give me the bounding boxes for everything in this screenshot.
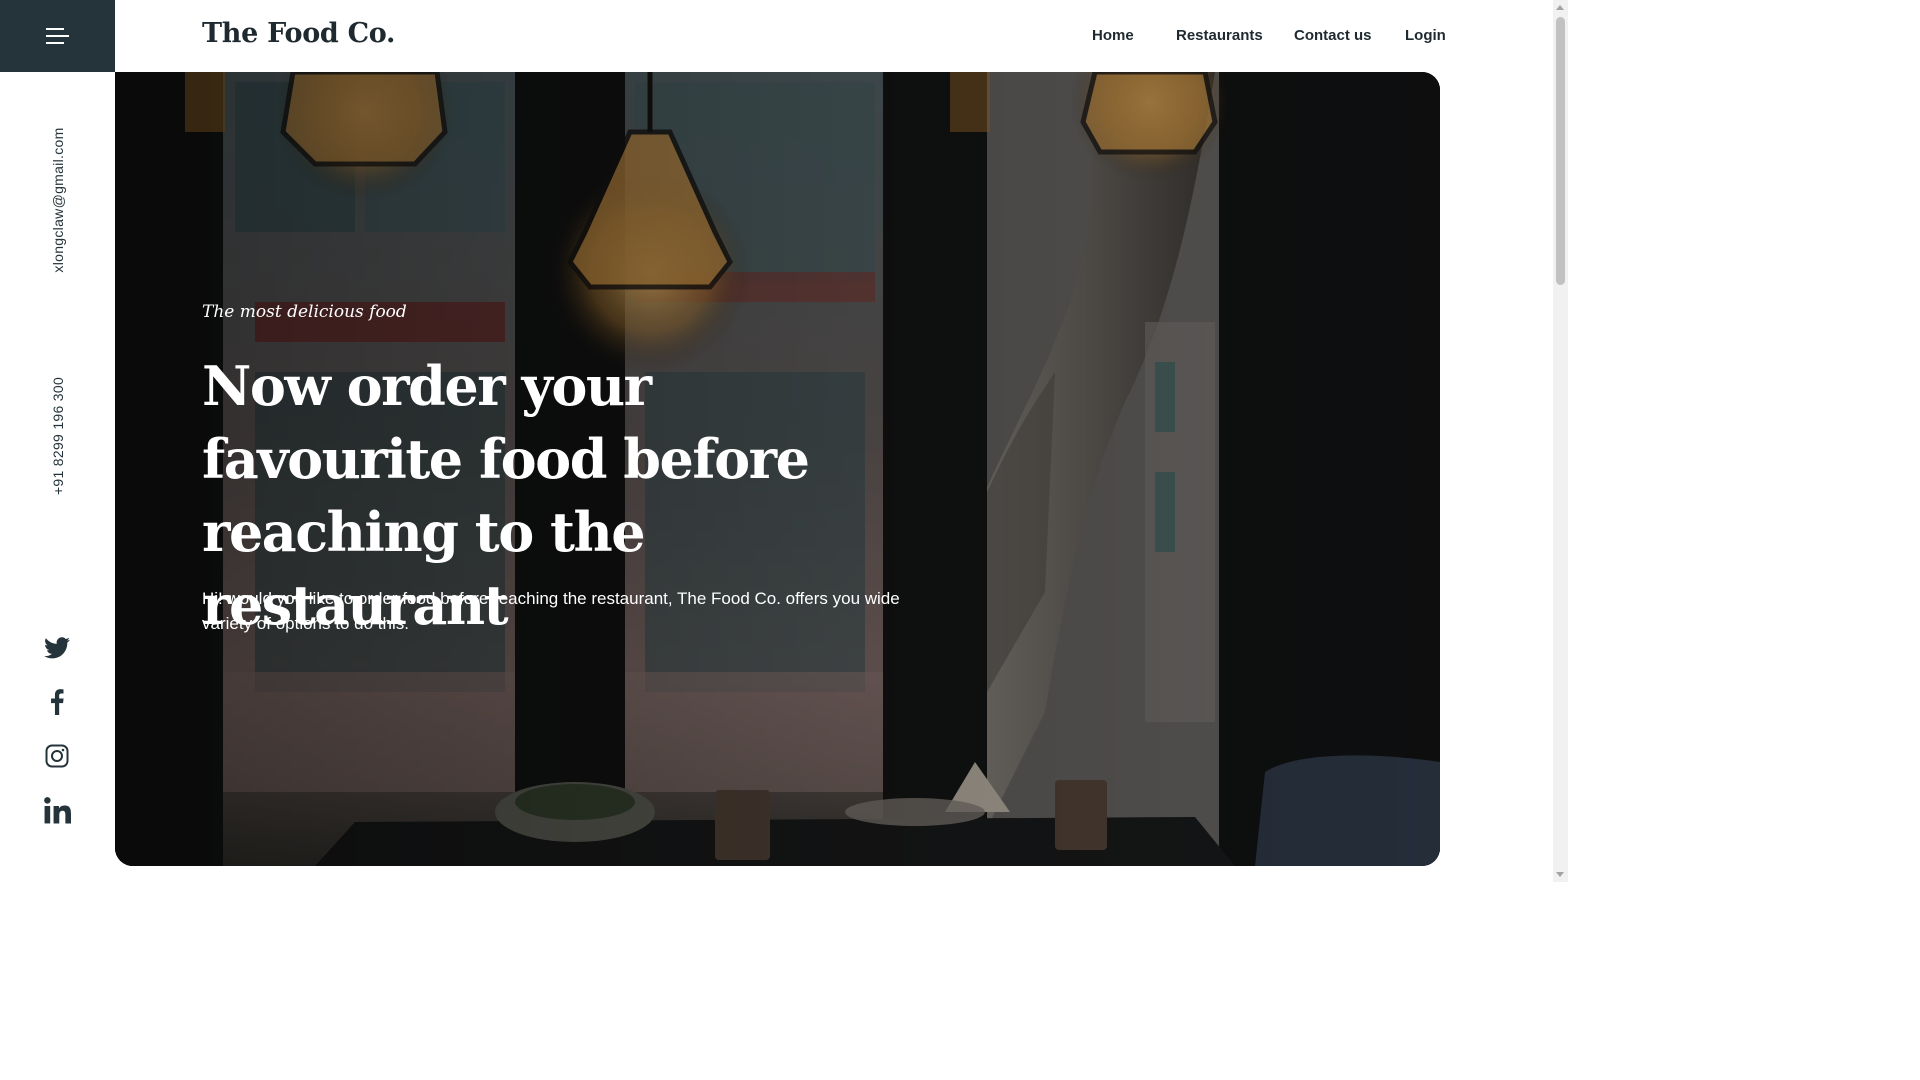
instagram-icon <box>45 744 69 768</box>
linkedin-link[interactable] <box>33 790 81 830</box>
hero-description: Hi! would you like to order food before … <box>202 589 900 633</box>
nav-home[interactable]: Home <box>1092 27 1134 44</box>
scrollbar-thumb[interactable] <box>1556 17 1565 285</box>
twitter-icon <box>44 637 70 659</box>
main-nav: Home Restaurants Contact us Login <box>0 27 1568 47</box>
hero-tagline: The most delicious food <box>202 302 407 322</box>
nav-contact-us[interactable]: Contact us <box>1294 27 1372 44</box>
page: xlongclaw@gmail.com +91 8299 196 300 The… <box>0 0 1568 882</box>
instagram-link[interactable] <box>33 736 81 776</box>
scroll-down-arrow-icon[interactable] <box>1556 872 1564 877</box>
contact-email[interactable]: xlongclaw@gmail.com <box>50 127 66 272</box>
scroll-up-arrow-icon[interactable] <box>1556 5 1564 10</box>
nav-restaurants[interactable]: Restaurants <box>1176 27 1263 44</box>
facebook-icon <box>51 689 64 715</box>
linkedin-icon <box>43 796 71 823</box>
hero-section: The most delicious food Now order your f… <box>115 72 1440 866</box>
twitter-link[interactable] <box>33 628 81 668</box>
contact-phone[interactable]: +91 8299 196 300 <box>50 377 66 495</box>
facebook-link[interactable] <box>33 682 81 722</box>
page-scrollbar[interactable] <box>1553 0 1568 882</box>
nav-login[interactable]: Login <box>1405 27 1446 44</box>
